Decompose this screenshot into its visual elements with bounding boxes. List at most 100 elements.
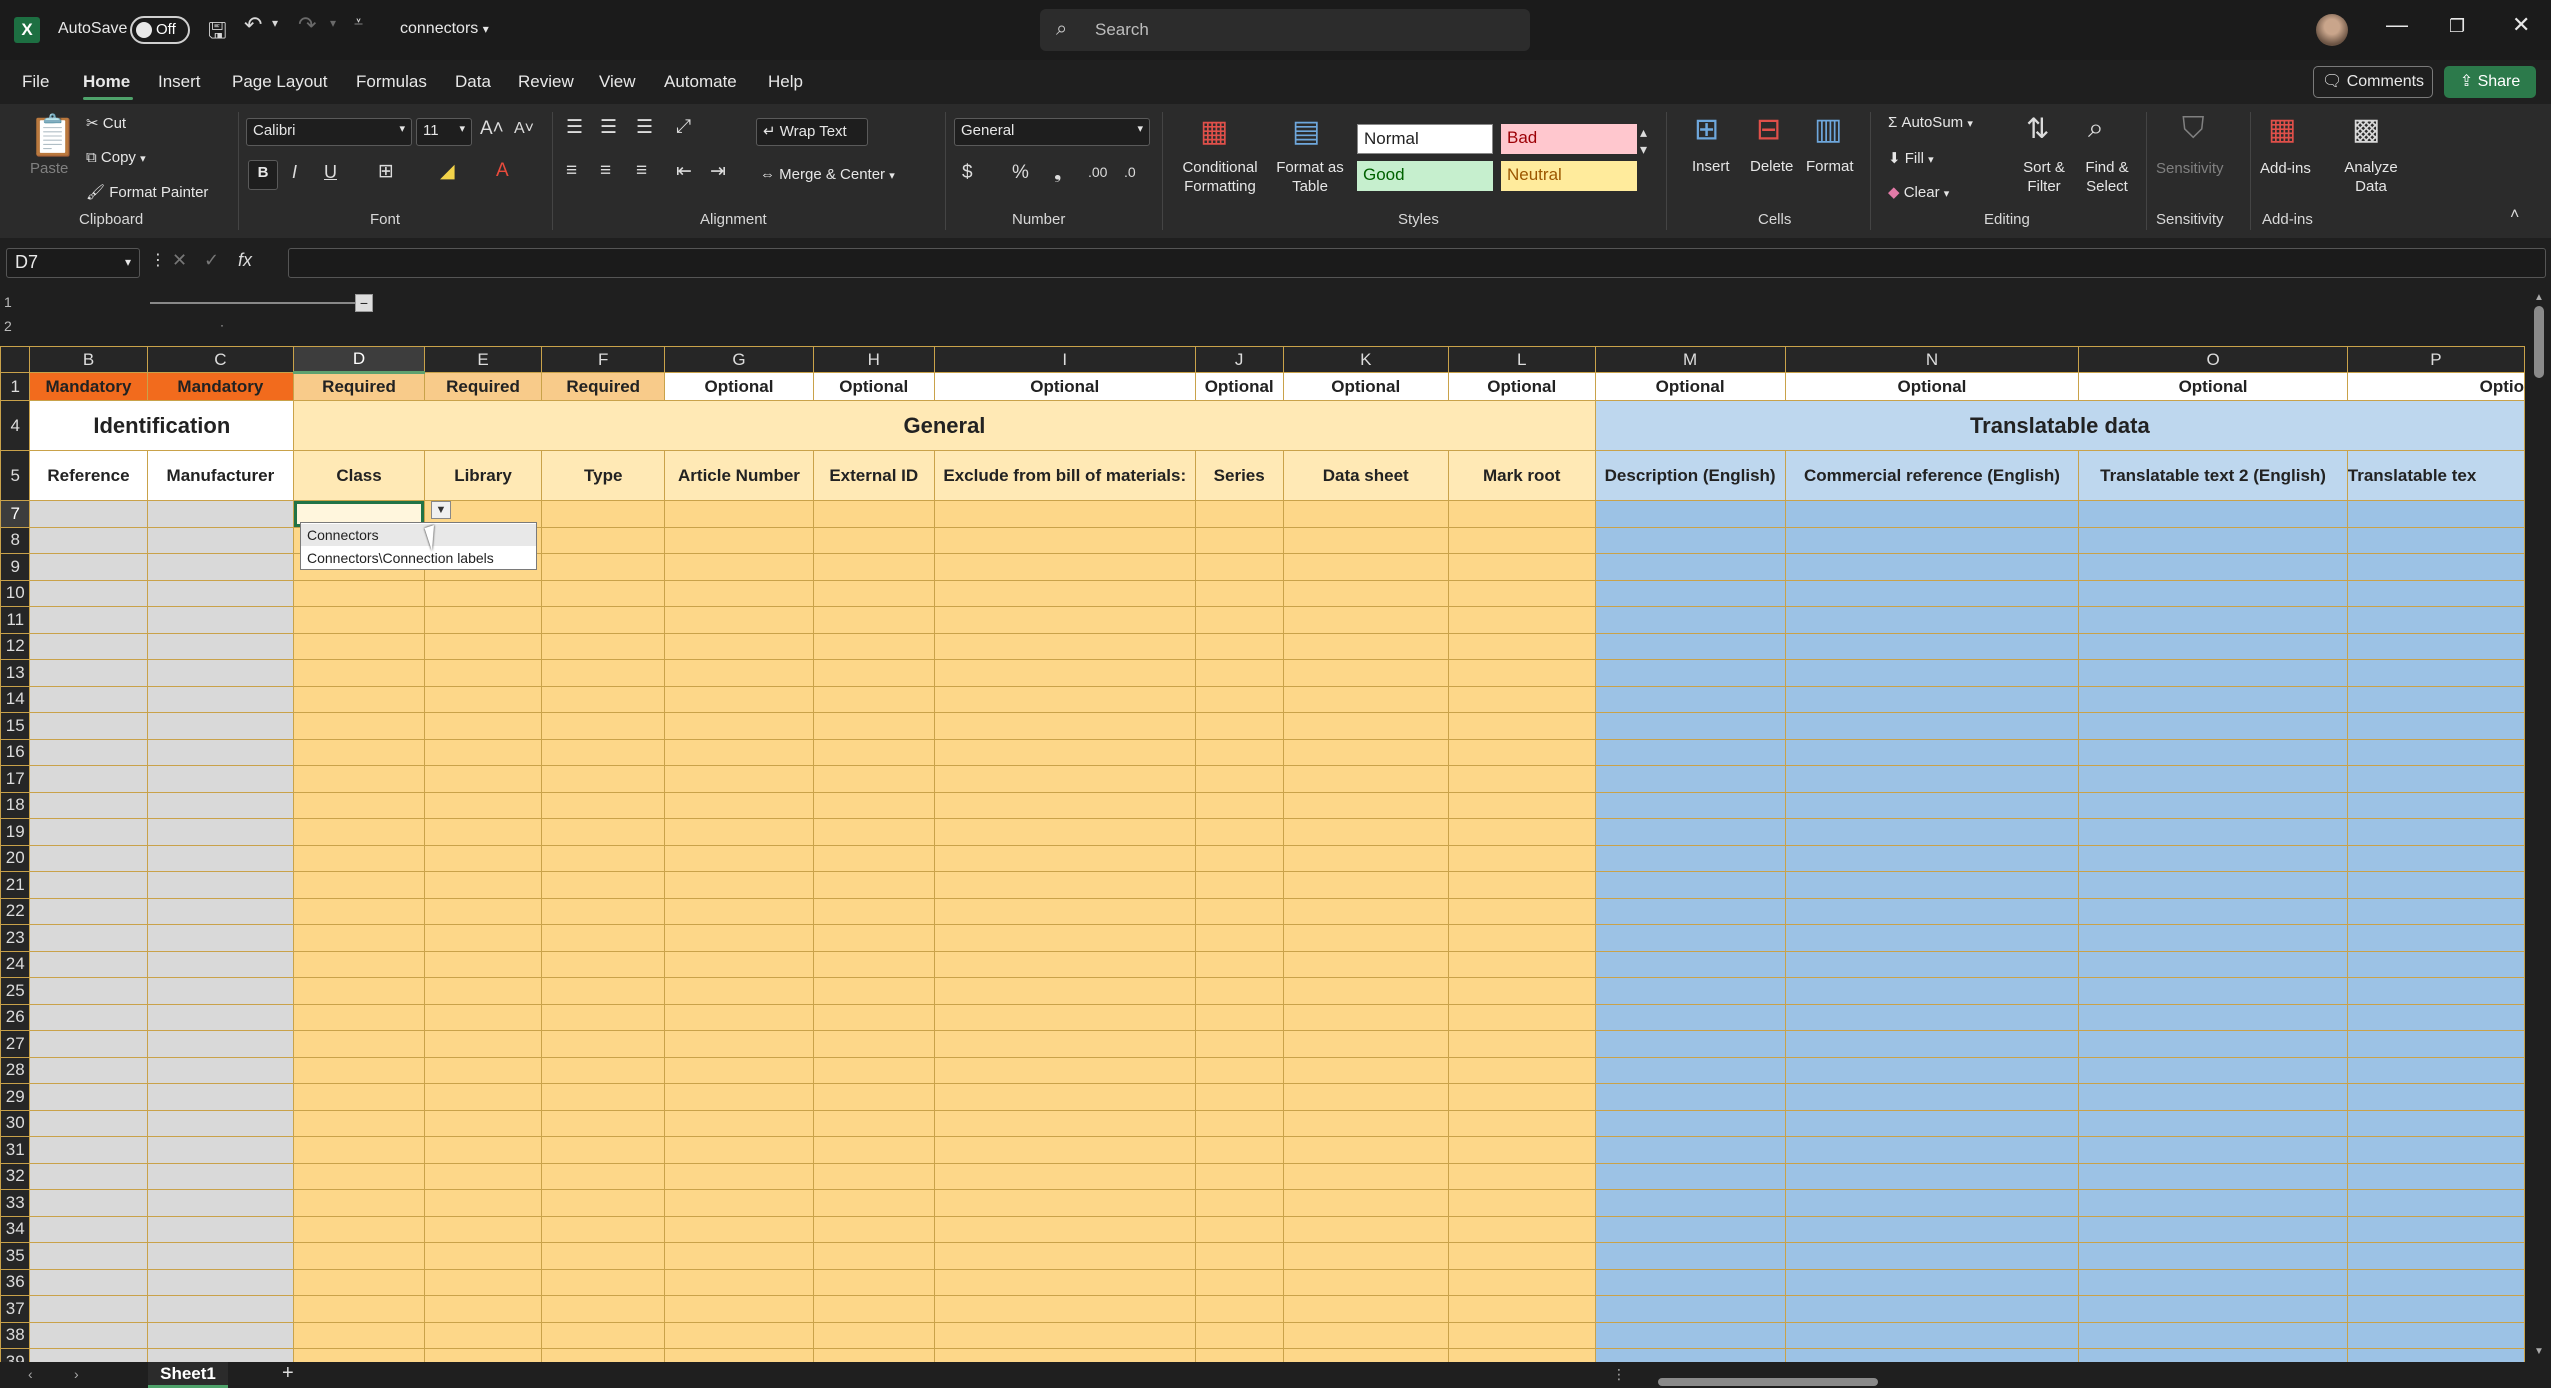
grid-cell[interactable] [2078,712,2348,740]
row-header[interactable]: 29 [0,1083,31,1111]
grid-cell[interactable] [933,579,1196,607]
grid-cell[interactable] [146,553,295,581]
grid-cell[interactable] [1194,1242,1284,1270]
sort-filter-icon[interactable]: ⇅ [2026,112,2049,145]
grid-cell[interactable] [29,1295,148,1323]
grid-cell[interactable] [1784,818,2080,846]
grid-cell[interactable] [1447,1348,1596,1362]
grid-cell[interactable] [423,897,543,925]
grid-cell[interactable] [933,712,1196,740]
grid-cell[interactable] [541,738,666,766]
grid-cell[interactable] [664,818,814,846]
column-header-k[interactable]: K [1282,346,1449,373]
grid-cell[interactable] [664,950,814,978]
tab-page-layout[interactable]: Page Layout [232,72,327,92]
grid-cell[interactable] [1282,1189,1449,1217]
grid-cell[interactable] [1784,500,2080,528]
grid-cell[interactable] [1282,500,1449,528]
grid-cell[interactable] [2078,738,2348,766]
grid-cell[interactable] [1194,844,1284,872]
field-header[interactable]: Description (English) [1594,450,1786,501]
grid-cell[interactable] [1594,871,1786,899]
format-as-table-button[interactable]: Format as Table [1272,158,1348,196]
grid-cell[interactable] [812,553,935,581]
grid-cell[interactable] [1282,1321,1449,1349]
row-header[interactable]: 5 [0,450,31,501]
grid-cell[interactable] [812,632,935,660]
grid-cell[interactable] [2078,1136,2348,1164]
grid-cell[interactable] [1447,765,1596,793]
grid-cell[interactable] [1594,1348,1786,1362]
grid-cell[interactable] [293,685,425,713]
grid-cell[interactable] [933,1109,1196,1137]
grid-cell[interactable] [146,844,295,872]
grid-cell[interactable] [1594,1056,1786,1084]
grid-cell[interactable] [1194,738,1284,766]
insert-cells-icon[interactable]: ⊞ [1694,112,1719,147]
grid-cell[interactable] [1594,1136,1786,1164]
grid-cell[interactable] [664,685,814,713]
column-header-o[interactable]: O [2078,346,2348,373]
grid-cell[interactable] [1447,1030,1596,1058]
dropdown-option[interactable]: Connectors [301,524,536,546]
grid-cell[interactable] [2078,553,2348,581]
grid-cell[interactable] [29,500,148,528]
grid-cell[interactable] [812,1295,935,1323]
grid-cell[interactable] [29,844,148,872]
grid-cell[interactable] [933,1268,1196,1296]
grid-cell[interactable] [423,685,543,713]
grid-cell[interactable] [1447,1189,1596,1217]
add-sheet-icon[interactable]: + [282,1362,294,1385]
grid-cell[interactable] [423,1348,543,1362]
grid-cell[interactable] [29,712,148,740]
grid-cell[interactable] [2346,738,2525,766]
grid-cell[interactable] [1282,1215,1449,1243]
grid-cell[interactable] [933,685,1196,713]
grid-cell[interactable] [423,1189,543,1217]
grid-cell[interactable] [1282,897,1449,925]
grid-cell[interactable] [293,1242,425,1270]
grid-cell[interactable] [812,1242,935,1270]
grid-cell[interactable] [664,1215,814,1243]
grid-cell[interactable] [423,1136,543,1164]
row-header[interactable]: 4 [0,400,31,451]
sort-filter-button[interactable]: Sort & Filter [2014,158,2074,196]
requirement-cell[interactable]: Optional [1282,372,1449,401]
grid-cell[interactable] [664,1136,814,1164]
grid-cell[interactable] [1282,1295,1449,1323]
font-name-select[interactable]: Calibri ▾ [246,118,412,146]
grid-cell[interactable] [146,1003,295,1031]
cut-button[interactable]: ✂ Cut [86,114,126,132]
grid-cell[interactable] [1594,526,1786,554]
column-header-n[interactable]: N [1784,346,2080,373]
grid-cell[interactable] [1784,924,2080,952]
grid-cell[interactable] [423,1083,543,1111]
grid-cell[interactable] [933,1056,1196,1084]
align-middle-icon[interactable]: ☰ [600,116,617,139]
grid-cell[interactable] [933,1162,1196,1190]
grid-cell[interactable] [2078,897,2348,925]
grid-cell[interactable] [1784,1056,2080,1084]
grid-cell[interactable] [29,1109,148,1137]
row-header[interactable]: 12 [0,632,31,660]
delete-cells-button[interactable]: Delete [1750,158,1793,175]
grid-cell[interactable] [1282,1003,1449,1031]
grid-cell[interactable] [541,818,666,846]
field-header[interactable]: Commercial reference (English) [1784,450,2080,501]
grid-cell[interactable] [933,738,1196,766]
grid-cell[interactable] [423,606,543,634]
grid-cell[interactable] [146,1295,295,1323]
decrease-font-icon[interactable]: A˅ [514,120,534,138]
column-header-g[interactable]: G [664,346,814,373]
save-icon[interactable]: 🖫 [208,14,227,52]
grid-cell[interactable] [1282,685,1449,713]
grid-cell[interactable] [2346,791,2525,819]
grid-cell[interactable] [664,553,814,581]
row-header[interactable]: 18 [0,791,31,819]
grid-cell[interactable] [664,871,814,899]
grid-cell[interactable] [541,1083,666,1111]
sensitivity-button[interactable]: Sensitivity [2156,160,2224,177]
grid-cell[interactable] [664,1162,814,1190]
grid-cell[interactable] [1194,1109,1284,1137]
grid-cell[interactable] [146,1162,295,1190]
